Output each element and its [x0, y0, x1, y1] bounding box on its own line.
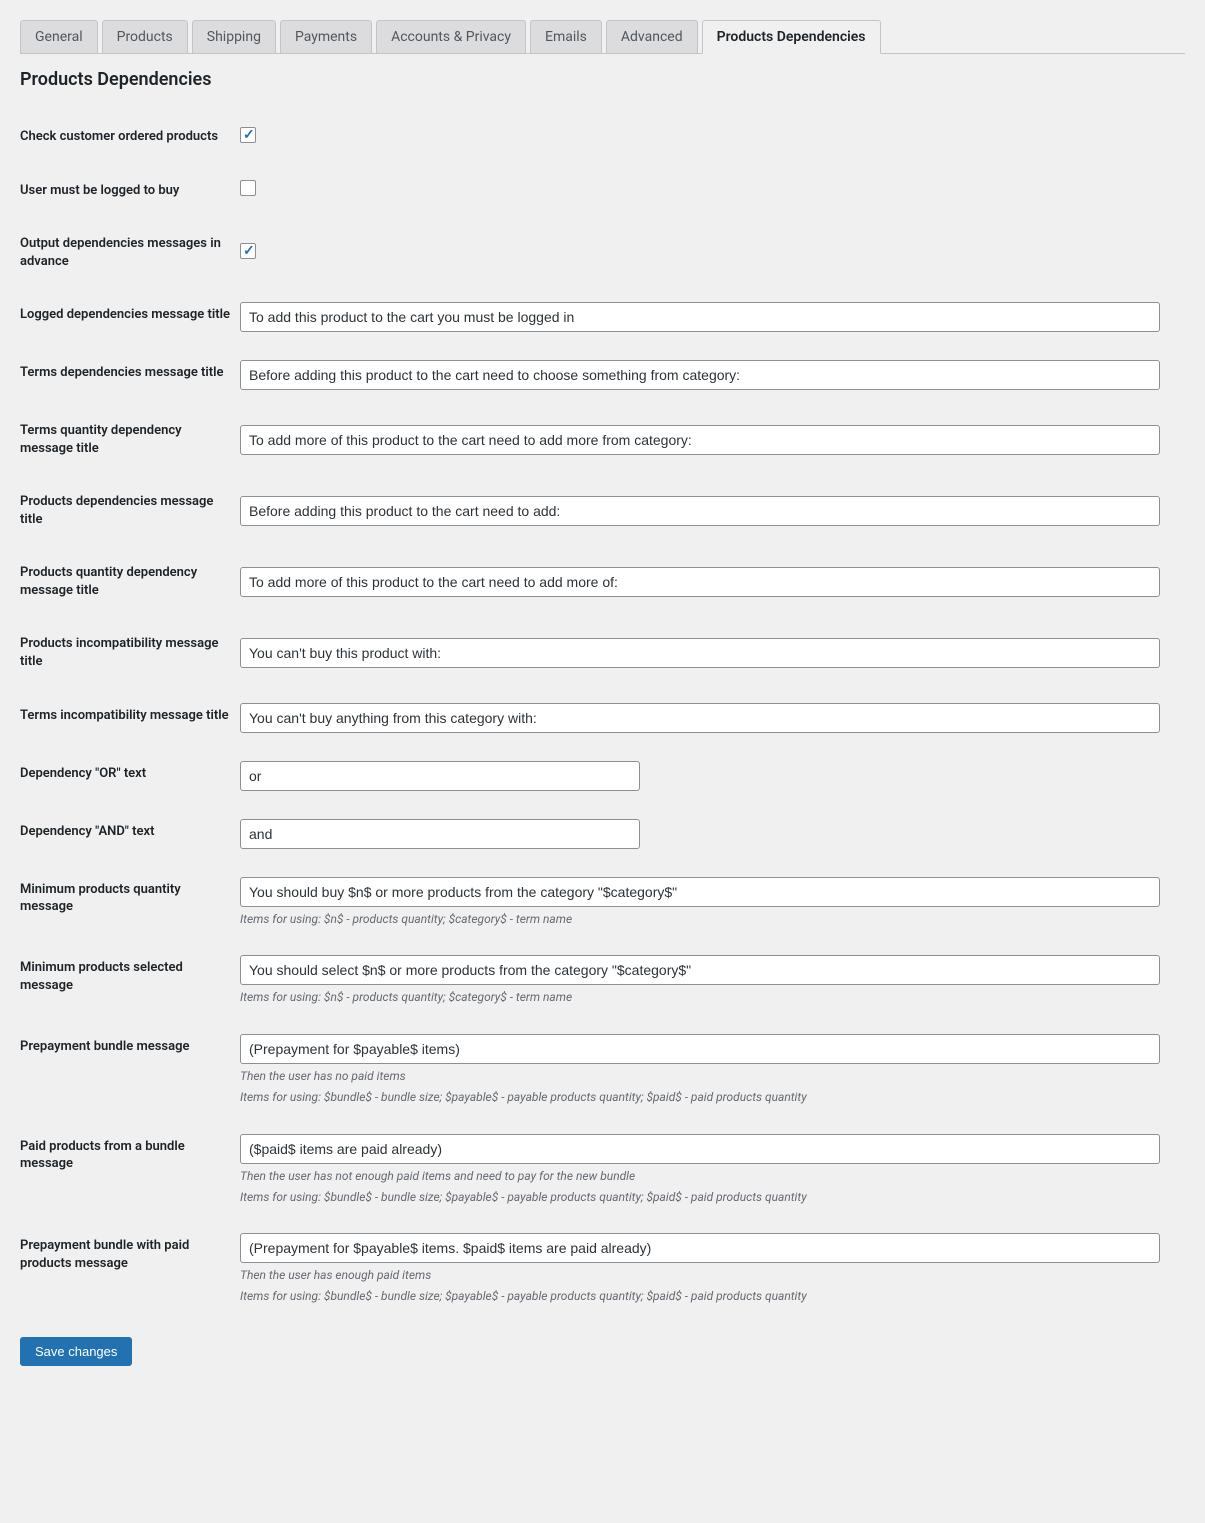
label-products-qty-title: Products quantity dependency message tit… — [20, 546, 240, 617]
label-paid-bundle: Paid products from a bundle message — [20, 1120, 240, 1220]
label-terms-incompat: Terms incompatibility message title — [20, 689, 240, 747]
tab-payments[interactable]: Payments — [280, 20, 372, 54]
input-min-qty-msg[interactable] — [240, 877, 1160, 907]
tab-shipping[interactable]: Shipping — [192, 20, 276, 54]
settings-tabs: General Products Shipping Payments Accou… — [20, 20, 1185, 54]
label-or-text: Dependency "OR" text — [20, 747, 240, 805]
input-paid-bundle[interactable] — [240, 1134, 1160, 1164]
save-button[interactable]: Save changes — [20, 1337, 132, 1366]
desc-paid-bundle-1: Then the user has not enough paid items … — [240, 1168, 1175, 1185]
input-terms-qty-title[interactable] — [240, 425, 1160, 455]
label-products-incompat: Products incompatibility message title — [20, 617, 240, 688]
input-terms-incompat[interactable] — [240, 703, 1160, 733]
input-and-text[interactable] — [240, 819, 640, 849]
desc-prepay-bundle-1: Then the user has no paid items — [240, 1068, 1175, 1085]
desc-paid-bundle-2: Items for using: $bundle$ - bundle size;… — [240, 1189, 1175, 1206]
section-title: Products Dependencies — [20, 69, 1185, 90]
checkbox-check-ordered[interactable] — [240, 127, 256, 143]
tab-advanced[interactable]: Advanced — [606, 20, 698, 54]
input-products-qty-title[interactable] — [240, 567, 1160, 597]
tab-products-dependencies[interactable]: Products Dependencies — [702, 20, 881, 54]
settings-form: Check customer ordered products User mus… — [20, 110, 1185, 1319]
checkbox-must-logged[interactable] — [240, 180, 256, 196]
label-terms-title: Terms dependencies message title — [20, 346, 240, 404]
label-check-ordered: Check customer ordered products — [20, 110, 240, 164]
input-or-text[interactable] — [240, 761, 640, 791]
label-terms-qty-title: Terms quantity dependency message title — [20, 404, 240, 475]
label-and-text: Dependency "AND" text — [20, 805, 240, 863]
input-min-sel-msg[interactable] — [240, 955, 1160, 985]
tab-general[interactable]: General — [20, 20, 98, 54]
checkbox-output-adv[interactable] — [240, 243, 256, 259]
desc-min-qty-msg: Items for using: $n$ - products quantity… — [240, 911, 1175, 928]
input-prepay-bundle[interactable] — [240, 1034, 1160, 1064]
label-output-adv: Output dependencies messages in advance — [20, 217, 240, 288]
input-products-incompat[interactable] — [240, 638, 1160, 668]
desc-min-sel-msg: Items for using: $n$ - products quantity… — [240, 989, 1175, 1006]
input-logged-title[interactable] — [240, 302, 1160, 332]
desc-prepay-paid-1: Then the user has enough paid items — [240, 1267, 1175, 1284]
desc-prepay-paid-2: Items for using: $bundle$ - bundle size;… — [240, 1288, 1175, 1305]
desc-prepay-bundle-2: Items for using: $bundle$ - bundle size;… — [240, 1089, 1175, 1106]
label-logged-title: Logged dependencies message title — [20, 288, 240, 346]
label-min-qty-msg: Minimum products quantity message — [20, 863, 240, 942]
label-prepay-paid-bundle: Prepayment bundle with paid products mes… — [20, 1219, 240, 1319]
tab-accounts[interactable]: Accounts & Privacy — [376, 20, 526, 54]
label-must-logged: User must be logged to buy — [20, 164, 240, 218]
label-products-title: Products dependencies message title — [20, 475, 240, 546]
input-products-title[interactable] — [240, 496, 1160, 526]
label-min-sel-msg: Minimum products selected message — [20, 941, 240, 1020]
label-prepay-bundle: Prepayment bundle message — [20, 1020, 240, 1120]
tab-emails[interactable]: Emails — [530, 20, 602, 54]
input-prepay-paid-bundle[interactable] — [240, 1233, 1160, 1263]
input-terms-title[interactable] — [240, 360, 1160, 390]
tab-products[interactable]: Products — [102, 20, 188, 54]
